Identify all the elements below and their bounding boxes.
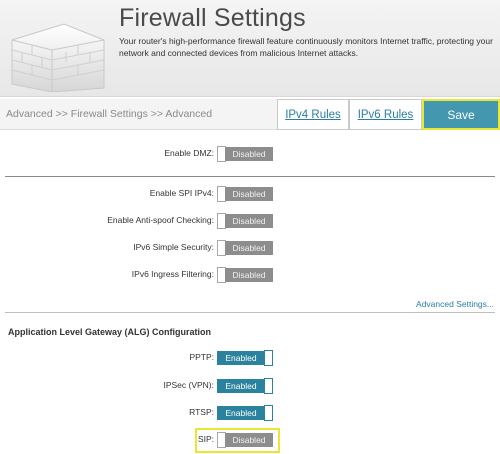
- sip-toggle[interactable]: Disabled: [217, 432, 274, 448]
- toggle-state: Enabled: [217, 379, 265, 393]
- toggle-knob: [264, 350, 273, 366]
- toggle-state: Disabled: [225, 187, 273, 201]
- spi-ipv4-row: Enable SPI IPv4: Disabled: [0, 186, 500, 202]
- dmz-row: Enable DMZ: Disabled: [0, 146, 500, 162]
- pptp-row: PPTP: Enabled: [0, 350, 500, 366]
- ipv6-ingress-filtering-toggle[interactable]: Disabled: [217, 267, 274, 283]
- page-description: Your router's high-performance firewall …: [119, 36, 493, 58]
- toggle-state: Disabled: [225, 241, 273, 255]
- spi-ipv4-label: Enable SPI IPv4:: [149, 188, 214, 198]
- breadcrumb: Advanced >> Firewall Settings >> Advance…: [6, 108, 213, 120]
- ipv6-ingress-filtering-row: IPv6 Ingress Filtering: Disabled: [0, 267, 500, 283]
- rtsp-toggle[interactable]: Enabled: [217, 405, 274, 421]
- dmz-toggle[interactable]: Disabled: [217, 146, 274, 162]
- alg-section-title: Application Level Gateway (ALG) Configur…: [8, 327, 212, 337]
- toggle-state: Disabled: [225, 433, 273, 447]
- section-divider: [5, 176, 495, 177]
- toggle-state: Disabled: [225, 268, 273, 282]
- advanced-settings-link[interactable]: Advanced Settings...: [416, 299, 494, 309]
- page-title: Firewall Settings: [119, 4, 306, 32]
- ipv6-simple-security-toggle[interactable]: Disabled: [217, 240, 274, 256]
- sip-label: SIP:: [197, 434, 214, 444]
- pptp-label: PPTP:: [189, 352, 214, 362]
- toggle-knob: [264, 378, 273, 394]
- save-button[interactable]: Save: [422, 99, 500, 130]
- toolbar: Advanced >> Firewall Settings >> Advance…: [0, 99, 500, 130]
- toggle-state: Enabled: [217, 406, 265, 420]
- section-divider: [5, 312, 495, 313]
- toggle-state: Enabled: [217, 351, 265, 365]
- ipv6-ingress-filtering-label: IPv6 Ingress Filtering:: [131, 269, 214, 279]
- ipv4-rules-link[interactable]: IPv4 Rules: [277, 99, 349, 130]
- sip-row: SIP: Disabled: [0, 432, 500, 448]
- ipv6-simple-security-row: IPv6 Simple Security: Disabled: [0, 240, 500, 256]
- spi-ipv4-toggle[interactable]: Disabled: [217, 186, 274, 202]
- rtsp-label: RTSP:: [189, 407, 214, 417]
- pptp-toggle[interactable]: Enabled: [217, 350, 274, 366]
- toggle-knob: [264, 405, 273, 421]
- dmz-label: Enable DMZ:: [164, 148, 214, 158]
- ipsec-toggle[interactable]: Enabled: [217, 378, 274, 394]
- toggle-state: Disabled: [225, 214, 273, 228]
- header-banner: Firewall Settings Your router's high-per…: [0, 0, 500, 97]
- anti-spoof-label: Enable Anti-spoof Checking:: [107, 215, 214, 225]
- ipv6-rules-link[interactable]: IPv6 Rules: [349, 99, 422, 130]
- ipsec-label: IPSec (VPN):: [163, 380, 214, 390]
- toggle-state: Disabled: [225, 147, 273, 161]
- ipv6-simple-security-label: IPv6 Simple Security:: [133, 242, 214, 252]
- rtsp-row: RTSP: Enabled: [0, 405, 500, 421]
- anti-spoof-row: Enable Anti-spoof Checking: Disabled: [0, 213, 500, 229]
- brick-wall-icon: [11, 23, 105, 92]
- ipsec-row: IPSec (VPN): Enabled: [0, 378, 500, 394]
- anti-spoof-toggle[interactable]: Disabled: [217, 213, 274, 229]
